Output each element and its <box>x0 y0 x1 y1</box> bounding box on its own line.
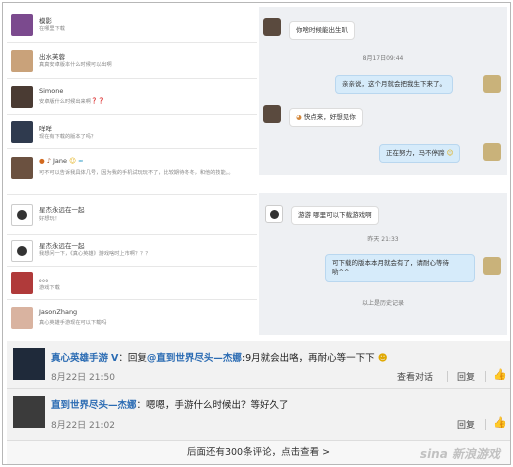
comment-text: 游戏下载 <box>39 285 60 291</box>
comment-text: 直到世界尽头—杰娜：嗯嗯，手游什么时候出？等好久了 <box>51 397 289 411</box>
avatar <box>11 86 33 108</box>
user-name: JasonZhang <box>39 308 78 316</box>
comment-body: ：嗯嗯，手游什么时候出？等好久了 <box>136 400 289 411</box>
chat-bubble: 你啥时候能出生叭 <box>289 21 355 40</box>
reply-link[interactable]: 回复 <box>457 370 475 383</box>
fish-emoji-icon: ≈ <box>77 157 84 165</box>
comment-time[interactable]: 8月22日 21:02 <box>51 418 115 431</box>
avatar <box>11 121 33 143</box>
avatar <box>265 205 283 223</box>
chat-panel-2: 游游 哪里可以下载游戏啊 昨天 21:33 可下载的版本本月就会有了，请耐心等待… <box>259 193 507 335</box>
cat-emoji-icon: ◕ <box>296 113 302 121</box>
ball-emoji-icon: ● <box>39 157 45 165</box>
list-item[interactable]: 咩咩 现在有下载的版本了吗？ <box>7 115 257 149</box>
comment-text: 真真安卓版本什么时候可以出啊 <box>39 62 112 68</box>
load-more-label: 后面还有300条评论，点击查看 > <box>186 447 331 458</box>
chat-bubble-text: 快点来，好想见你 <box>303 113 356 121</box>
sweat-emoji-icon: ☺ <box>446 149 454 157</box>
chat-bubble-line: 可下载的版本本月就会有了，请耐心等待 <box>332 259 449 267</box>
comment-list: 模影 在哪里下载 出水芙蓉 真真安卓版本什么时候可以出啊 Simone 安卓版什… <box>7 7 257 337</box>
chat-bubble: ◕ 快点来，好想见你 <box>289 108 363 127</box>
commenter-name[interactable]: 直到世界尽头—杰娜 <box>51 400 137 411</box>
comment-row: 直到世界尽头—杰娜：嗯嗯，手游什么时候出？等好久了 8月22日 21:02 回复… <box>7 389 510 439</box>
comment-text: 可不可以告诉我具体几号，因为我的手机试玩玩不了，比较期待冬冬，和他的技能。。 <box>39 170 234 176</box>
comment-text: 我想问一下，《真心英雄》游戏啥时上市啊？？？ <box>39 251 151 257</box>
mention-link[interactable]: @直到世界尽头—杰娜 <box>147 353 242 364</box>
divider <box>447 371 448 382</box>
comment-text-body: 安卓版什么时候出来啊 <box>39 99 91 105</box>
history-label: 以上是历史记录 <box>361 300 404 307</box>
avatar <box>11 307 33 329</box>
chat-bubble: 可下载的版本本月就会有了，请耐心等待 哟^^ <box>325 254 475 282</box>
chat-timestamp: 昨天 21:33 <box>367 236 399 243</box>
guitar-emoji-icon: ♪ <box>46 157 51 165</box>
list-item[interactable]: ● ♪ Jane ☺ ≈ 可不可以告诉我具体几号，因为我的手机试玩玩不了，比较期… <box>7 149 257 195</box>
user-name: 模影 <box>39 17 52 25</box>
chat-timestamp: 8月17日09:44 <box>362 55 404 62</box>
list-item[interactable]: 星杰永远在一起 好想玩！ <box>7 195 257 235</box>
comment-text: 在哪里下载 <box>39 26 65 32</box>
list-item[interactable]: 模影 在哪里下载 <box>7 7 257 43</box>
chat-panel-1: 你啥时候能出生叭 8月17日09:44 亲亲说，这个月就会把我生下来了。 ◕ 快… <box>259 7 507 175</box>
user-name: 星杰永远在一起 <box>39 242 85 250</box>
avatar[interactable] <box>13 396 45 428</box>
user-name: 。。。 <box>39 275 52 283</box>
user-name: Simone <box>39 87 64 95</box>
mascot-avatar <box>483 143 501 161</box>
avatar <box>263 18 281 36</box>
avatar <box>11 272 33 294</box>
comment-text: 现在有下载的版本了吗？ <box>39 134 97 140</box>
screenshot-frame: 模影 在哪里下载 出水芙蓉 真真安卓版本什么时候可以出啊 Simone 安卓版什… <box>2 2 511 465</box>
comment-body: :9月就会出咯，再耐心等一下下 <box>241 353 375 364</box>
comment-text: 真心英雄手游 V：回复@直到世界尽头—杰娜:9月就会出咯，再耐心等一下下 ☻ <box>51 350 388 364</box>
comment-time[interactable]: 8月22日 21:50 <box>51 370 115 383</box>
chat-bubble: 亲亲说，这个月就会把我生下来了。 <box>335 75 453 94</box>
question-marks: ？？ <box>92 97 107 105</box>
user-name: ● ♪ Jane ☺ ≈ <box>39 157 83 165</box>
commenter-name[interactable]: 真心英雄手游 <box>51 353 108 364</box>
avatar <box>11 50 33 72</box>
avatar <box>11 14 33 36</box>
user-name: 星杰永远在一起 <box>39 206 85 214</box>
reply-prefix: ：回复 <box>118 353 147 364</box>
sina-watermark: sina 新浪游戏 <box>419 447 500 461</box>
chat-bubble: 游游 哪里可以下载游戏啊 <box>291 206 379 225</box>
user-name: 出水芙蓉 <box>39 53 65 61</box>
smile-emoji-icon: ☺ <box>69 157 76 165</box>
list-item[interactable]: JasonZhang 真心英雄手游现在可以下载吗 <box>7 300 257 336</box>
mascot-avatar <box>483 257 501 275</box>
comment-text: 真心英雄手游现在可以下载吗 <box>39 320 107 326</box>
divider <box>485 419 486 430</box>
list-item[interactable]: 出水芙蓉 真真安卓版本什么时候可以出啊 <box>7 43 257 79</box>
comment-text: 安卓版什么时候出来啊 ？？ <box>39 97 251 106</box>
chat-bubble: 正在努力，马不停蹄 ☺ <box>379 144 461 163</box>
avatar <box>11 204 33 226</box>
avatar <box>263 105 281 123</box>
comment-row: 真心英雄手游 V：回复@直到世界尽头—杰娜:9月就会出咯，再耐心等一下下 ☻ 8… <box>7 341 510 389</box>
list-item[interactable]: Simone 安卓版什么时候出来啊 ？？ <box>7 79 257 115</box>
list-item[interactable]: 星杰永远在一起 我想问一下，《真心英雄》游戏啥时上市啊？？？ <box>7 235 257 267</box>
reply-link[interactable]: 回复 <box>457 418 475 431</box>
avatar[interactable] <box>13 348 45 380</box>
chat-bubble-line: 哟^^ <box>332 268 350 276</box>
like-icon[interactable]: 👍 <box>493 416 507 429</box>
mascot-avatar <box>483 75 501 93</box>
divider <box>485 371 486 382</box>
user-name: 咩咩 <box>39 125 52 133</box>
grin-emoji-icon: ☻ <box>377 353 388 364</box>
chat-bubble-text: 正在努力，马不停蹄 <box>386 149 445 157</box>
comment-text: 好想玩！ <box>39 216 60 222</box>
user-name-text: Jane <box>52 157 68 165</box>
view-dialog-link[interactable]: 查看对话 <box>397 370 433 383</box>
avatar <box>11 157 33 179</box>
list-item[interactable]: 。。。 游戏下载 <box>7 267 257 300</box>
avatar <box>11 240 33 262</box>
like-icon[interactable]: 👍 <box>493 368 507 381</box>
comment-section: 真心英雄手游 V：回复@直到世界尽头—杰娜:9月就会出咯，再耐心等一下下 ☻ 8… <box>7 341 510 464</box>
